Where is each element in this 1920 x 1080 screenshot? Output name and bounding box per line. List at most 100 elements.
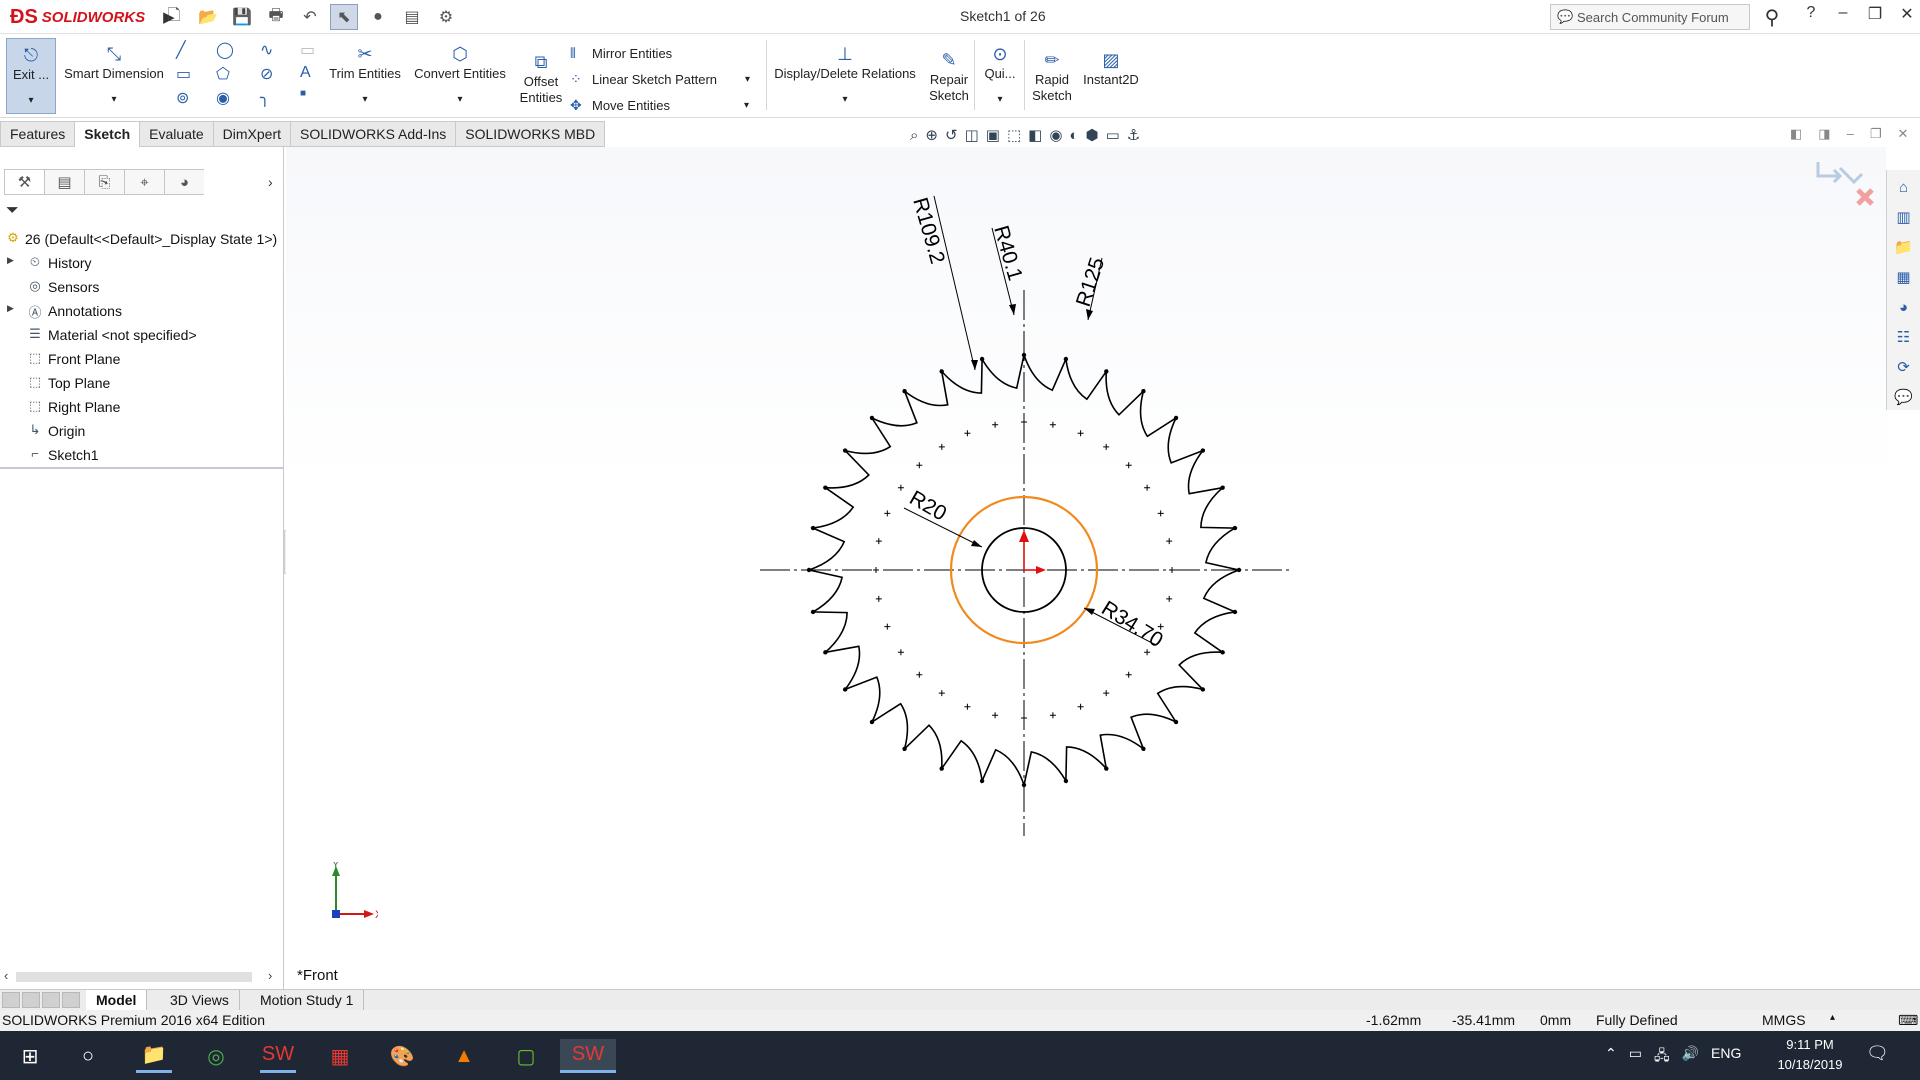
fillet-icon[interactable]: ╮	[260, 88, 270, 108]
sketch-point[interactable]	[897, 649, 904, 656]
rebuild-icon[interactable]: ●	[364, 4, 392, 30]
solidworks-resources-icon[interactable]: ⟳	[1891, 354, 1917, 380]
tooth-tip-point[interactable]	[939, 766, 944, 771]
volume-icon[interactable]: 🔊	[1682, 1045, 1699, 1069]
tooth-tip-point[interactable]	[1104, 766, 1109, 771]
sketch-point[interactable]	[1169, 567, 1175, 573]
move-entities-button[interactable]: ✥ Move Entities ▾	[570, 92, 770, 118]
sketch-point[interactable]	[1049, 421, 1056, 428]
sketch-point[interactable]	[875, 538, 882, 545]
expand-arrow-icon[interactable]: ▶	[7, 303, 14, 314]
dropdown-arrow-icon[interactable]: ▾	[326, 92, 404, 108]
dimension-r125[interactable]: R125	[1072, 255, 1109, 310]
horizontal-scrollbar[interactable]: ‹ ›	[0, 967, 284, 985]
trim-entities-button[interactable]: ✂ Trim Entities ▾	[326, 38, 404, 108]
tooth-tip-point[interactable]	[843, 687, 848, 692]
zoom-area-icon[interactable]: ⊕	[925, 126, 938, 144]
unit-system[interactable]: MMGS	[1762, 1012, 1806, 1028]
filter-icon[interactable]: ⏷	[6, 202, 19, 220]
polygon-icon[interactable]: ⬠	[216, 64, 230, 84]
sketch-point[interactable]	[964, 703, 971, 710]
tree-item-origin[interactable]: ↳ Origin	[0, 419, 284, 443]
chevron-right-icon[interactable]: ›	[268, 174, 273, 190]
paint-icon[interactable]: 🎨	[384, 1039, 420, 1073]
tooth-tip-point[interactable]	[823, 650, 828, 655]
instant2d-button[interactable]: ▨ Instant2D	[1080, 44, 1142, 88]
sketch-point[interactable]	[1166, 595, 1173, 602]
sketch-point[interactable]	[1166, 538, 1173, 545]
tab-model[interactable]: Model	[86, 990, 148, 1011]
close-button[interactable]: ✕	[1896, 4, 1918, 24]
notifications-icon[interactable]: 🗨	[1866, 1043, 1889, 1064]
construction-point-icon[interactable]: ■	[300, 88, 306, 99]
dimension-r34-70[interactable]: R34.70	[1097, 597, 1167, 652]
sketch-point[interactable]	[992, 421, 999, 428]
sketch-point[interactable]	[1103, 443, 1110, 450]
exit-sketch-icon[interactable]	[1816, 162, 1864, 185]
appearances-icon[interactable]: ◕	[1891, 294, 1917, 320]
sketch-point[interactable]	[1125, 462, 1132, 469]
tooth-tip-point[interactable]	[1141, 746, 1146, 751]
tooth-tip-point[interactable]	[1063, 778, 1069, 784]
slot-icon[interactable]: ⊚	[176, 88, 189, 108]
scroll-right-icon[interactable]: ›	[268, 968, 272, 983]
sketch-point[interactable]	[938, 690, 945, 697]
quick-snaps-button[interactable]: ⊙ Qui... ▾	[978, 38, 1022, 108]
dimension-r109-2[interactable]: R109.2	[908, 195, 949, 266]
sketch-point[interactable]	[1077, 430, 1084, 437]
display-style-icon[interactable]: ◧	[1028, 126, 1042, 144]
sketch-point[interactable]	[897, 484, 904, 491]
tooth-tip-point[interactable]	[1141, 389, 1146, 394]
restore-doc-icon[interactable]: ❐	[1870, 126, 1882, 142]
sketch-point[interactable]	[1144, 649, 1151, 656]
tree-item-front-plane[interactable]: ⬚ Front Plane	[0, 347, 284, 371]
tree-item-sensors[interactable]: ◎ Sensors	[0, 275, 284, 299]
feature-manager-tab-icon[interactable]: ⚒	[4, 169, 44, 195]
tile-right-icon[interactable]: ◨	[1818, 126, 1830, 142]
prev-tab-icon[interactable]	[22, 992, 40, 1008]
tooth-tip-point[interactable]	[1173, 719, 1179, 725]
custom-properties-icon[interactable]: ☷	[1891, 324, 1917, 350]
dynamic-annotation-icon[interactable]: ▣	[986, 126, 1000, 144]
sketch-point[interactable]	[916, 462, 923, 469]
offset-entities-button[interactable]: ⧉ Offset Entities	[516, 46, 566, 106]
origin-marker[interactable]	[1019, 530, 1046, 574]
convert-entities-button[interactable]: ⬡ Convert Entities ▾	[410, 38, 510, 108]
sketch-point[interactable]	[964, 430, 971, 437]
tooth-tip-point[interactable]	[1232, 609, 1238, 615]
dropdown-arrow-icon[interactable]: ▾	[60, 92, 168, 108]
forum-icon[interactable]: 💬	[1891, 384, 1917, 410]
vlc-icon[interactable]: ▲	[446, 1039, 482, 1073]
tooth-tip-point[interactable]	[1200, 448, 1205, 453]
tree-item-material[interactable]: ☰ Material <not specified>	[0, 323, 284, 347]
home-icon[interactable]: ⌂	[1891, 174, 1917, 200]
section-view-icon[interactable]: ◫	[965, 126, 979, 144]
sketch-point[interactable]	[992, 712, 999, 719]
tree-item-top-plane[interactable]: ⬚ Top Plane	[0, 371, 284, 395]
tooth-tip-point[interactable]	[979, 356, 985, 362]
sketch-point[interactable]	[1021, 715, 1027, 721]
search-community-input[interactable]: 💬 Search Community Forum	[1550, 4, 1750, 30]
browser-icon[interactable]: ◎	[198, 1039, 234, 1073]
circle-icon[interactable]: ◯	[216, 40, 234, 60]
undo-icon[interactable]: ↶	[296, 4, 324, 30]
show-hidden-icons[interactable]: ⌃	[1605, 1045, 1617, 1069]
view-orientation-icon[interactable]: ⬚	[1007, 126, 1021, 144]
tab-mbd[interactable]: SOLIDWORKS MBD	[456, 121, 606, 147]
tab-dimxpert[interactable]: DimXpert	[213, 121, 292, 147]
sketch-point[interactable]	[1125, 671, 1132, 678]
previous-view-icon[interactable]: ↺	[945, 126, 958, 144]
anchor-icon[interactable]: ⚓	[1127, 126, 1140, 144]
tree-item-sketch1[interactable]: ⌐ Sketch1	[0, 443, 284, 467]
cortana-icon[interactable]: ○	[70, 1039, 106, 1073]
sketch-point[interactable]	[1021, 419, 1027, 425]
sketch-point[interactable]	[1157, 510, 1164, 517]
clock[interactable]: 9:11 PM 10/18/2019	[1770, 1035, 1850, 1075]
tooth-tip-point[interactable]	[810, 525, 816, 531]
options-icon[interactable]: ⚙	[432, 4, 460, 30]
search-icon[interactable]: ⚲	[1755, 4, 1789, 30]
dropdown-arrow-icon[interactable]: ▾	[770, 92, 920, 108]
view-palette-icon[interactable]: ▦	[1891, 264, 1917, 290]
dimxpert-manager-tab-icon[interactable]: ⌖	[124, 169, 164, 195]
tooth-tip-point[interactable]	[1021, 352, 1027, 358]
